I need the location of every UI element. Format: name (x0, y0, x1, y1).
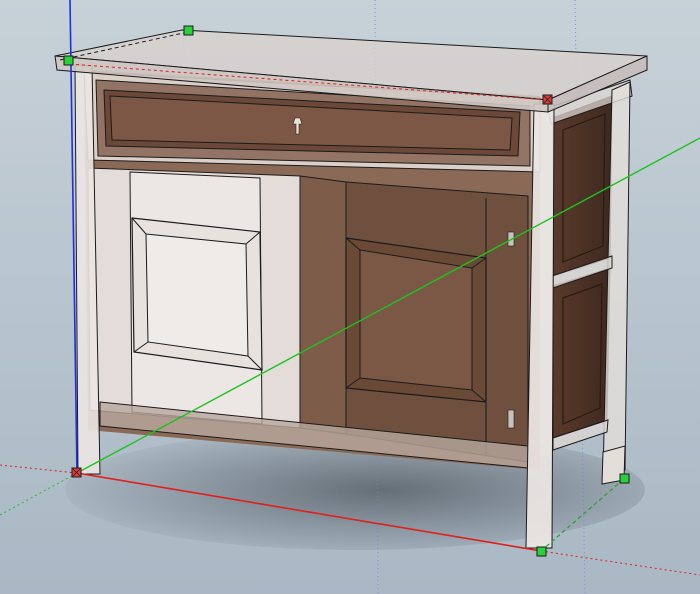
right-door[interactable] (345, 181, 529, 463)
modeling-viewport[interactable] (0, 0, 700, 594)
grip-bottom-front-right[interactable] (536, 546, 547, 557)
grip-bottom-back-right[interactable] (619, 473, 630, 484)
center-stile (299, 175, 347, 435)
side-panels[interactable] (547, 79, 633, 476)
scene-canvas[interactable] (0, 0, 700, 594)
left-door[interactable] (87, 167, 301, 429)
grip-top-back-left[interactable] (183, 25, 194, 36)
grip-top-front-left[interactable] (63, 55, 74, 66)
